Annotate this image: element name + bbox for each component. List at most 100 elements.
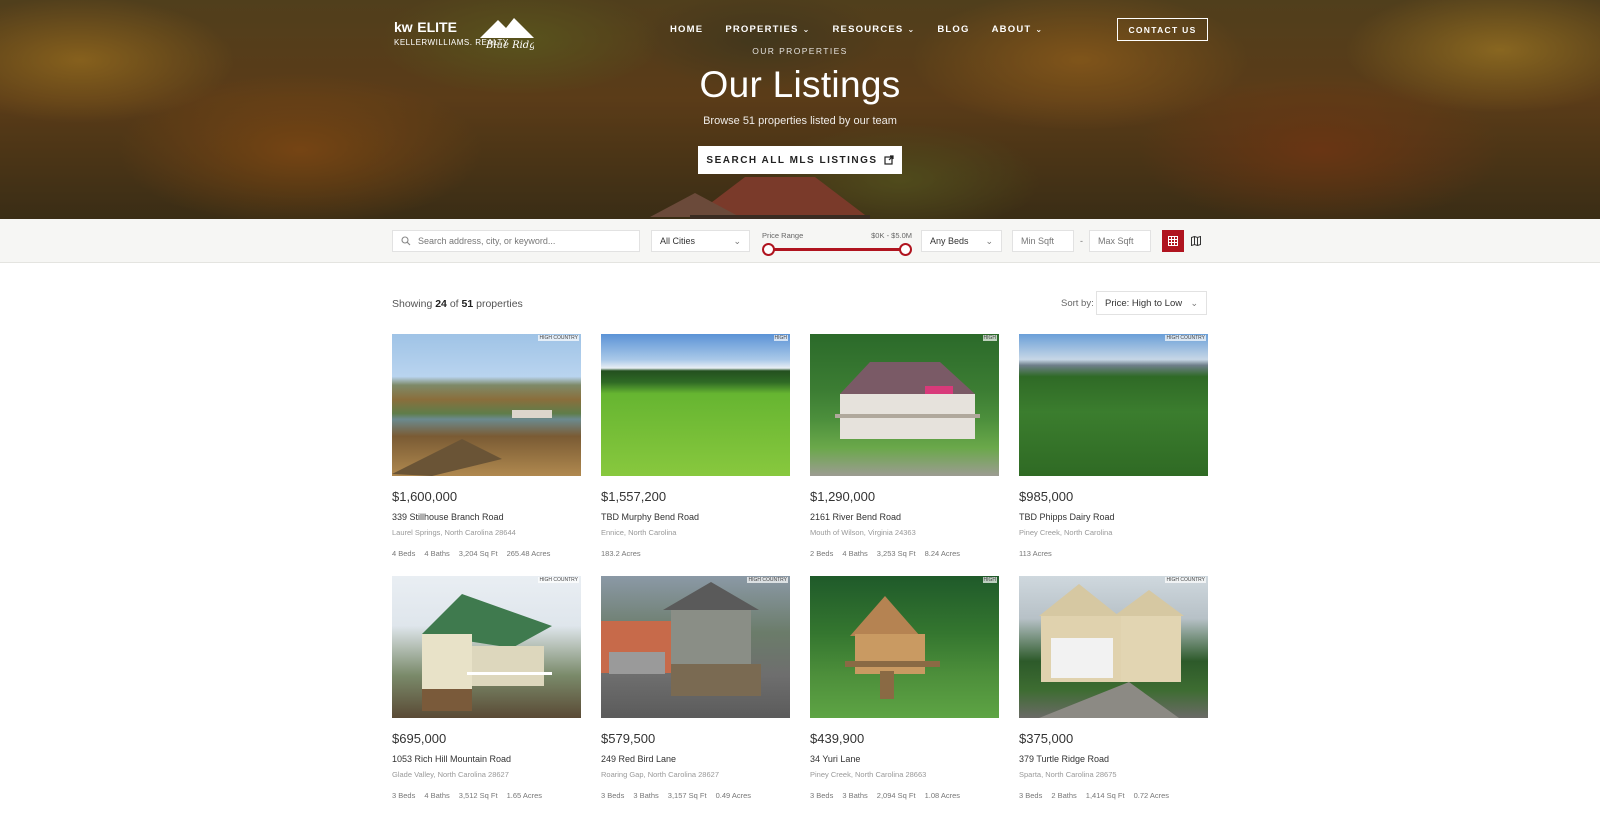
listing-photo[interactable]: HIGH COUNTRY (1019, 334, 1208, 476)
nav-item-about[interactable]: ABOUT ⌄ (992, 24, 1044, 35)
listing-acres: 183.2 Acres (601, 549, 641, 558)
price-range-track[interactable] (767, 248, 907, 251)
listing-sqft: 3,157 Sq Ft (667, 791, 707, 800)
listing-card[interactable]: HIGH $1,557,200 TBD Murphy Bend Road Enn… (601, 334, 790, 564)
nav-item-home[interactable]: HOME (670, 24, 703, 35)
logo-mountain-icon: Blue Ridge (480, 18, 534, 50)
search-placeholder: Search address, city, or keyword... (418, 236, 556, 246)
search-mls-button[interactable]: SEARCH ALL MLS LISTINGS (698, 146, 902, 174)
listing-acres: 8.24 Acres (924, 549, 961, 558)
nav-label: ABOUT (991, 24, 1032, 35)
listing-photo[interactable]: HIGH COUNTRY (1019, 576, 1208, 718)
nav-item-properties[interactable]: PROPERTIES ⌄ (725, 24, 810, 35)
nav-item-resources[interactable]: RESOURCES ⌄ (832, 24, 915, 35)
photo-watermark: HIGH COUNTRY (1165, 335, 1206, 341)
listing-baths: 4 Baths (842, 549, 868, 558)
listing-sqft: 3,204 Sq Ft (458, 549, 498, 558)
listing-photo[interactable]: HIGH COUNTRY (601, 576, 790, 718)
of-word: of (449, 298, 459, 310)
max-sqft-input[interactable]: Max Sqft (1089, 230, 1151, 252)
listing-beds: 3 Beds (1019, 791, 1043, 800)
listing-address[interactable]: 2161 River Bend Road (810, 512, 999, 522)
listing-beds: 2 Beds (810, 549, 834, 558)
listing-address[interactable]: 34 Yuri Lane (810, 754, 999, 764)
listing-price: $985,000 (1019, 489, 1074, 504)
listing-address[interactable]: 249 Red Bird Lane (601, 754, 790, 764)
listing-beds: 4 Beds (392, 549, 416, 558)
grid-view-toggle[interactable] (1162, 230, 1184, 252)
search-mls-label: SEARCH ALL MLS LISTINGS (706, 154, 878, 166)
listing-beds: 3 Beds (392, 791, 416, 800)
photo-watermark: HIGH (982, 577, 997, 583)
listing-price: $375,000 (1019, 731, 1074, 746)
min-sqft-input[interactable]: Min Sqft (1012, 230, 1074, 252)
filter-bar: Search address, city, or keyword... All … (0, 219, 1600, 263)
nav-label: PROPERTIES (725, 24, 799, 35)
contact-us-button[interactable]: CONTACT US (1117, 18, 1208, 41)
beds-value: Any Beds (930, 236, 969, 246)
photo-watermark: HIGH COUNTRY (1165, 577, 1206, 583)
results-count: Showing 24 of 51 properties (392, 298, 523, 310)
beds-select[interactable]: Any Beds ⌄ (921, 230, 1002, 252)
listing-specs: 2 Beds 4 Baths 3,253 Sq Ft 8.24 Acres (810, 549, 999, 558)
listing-address[interactable]: 1053 Rich Hill Mountain Road (392, 754, 581, 764)
listing-photo[interactable]: HIGH COUNTRY (392, 334, 581, 476)
logo-elite-text: ELITE (417, 19, 457, 35)
nav-item-blog[interactable]: BLOG (937, 24, 969, 35)
listing-sqft: 2,094 Sq Ft (876, 791, 916, 800)
sort-label: Sort by: (1061, 298, 1094, 309)
listing-acres: 1.08 Acres (924, 791, 961, 800)
search-icon (401, 236, 411, 246)
site-logo[interactable]: kw ELITE KELLERWILLIAMS. REALTY Blue Rid… (394, 16, 534, 50)
listing-city: Ennice, North Carolina (601, 528, 677, 537)
search-input[interactable]: Search address, city, or keyword... (392, 230, 640, 252)
showing-prefix: Showing (392, 298, 433, 310)
listing-sqft: 3,512 Sq Ft (458, 791, 498, 800)
chevron-down-icon: ⌄ (1035, 25, 1044, 34)
cities-select[interactable]: All Cities ⌄ (651, 230, 750, 252)
listing-card[interactable]: HIGH $439,900 34 Yuri Lane Piney Creek, … (810, 576, 999, 806)
map-view-toggle[interactable] (1185, 230, 1207, 252)
listing-card[interactable]: HIGH $1,290,000 2161 River Bend Road Mou… (810, 334, 999, 564)
listing-baths: 2 Baths (1051, 791, 1077, 800)
listing-photo[interactable]: HIGH (810, 576, 999, 718)
listing-baths: 4 Baths (424, 791, 450, 800)
listing-specs: 4 Beds 4 Baths 3,204 Sq Ft 265.48 Acres (392, 549, 581, 558)
sort-select[interactable]: Price: High to Low ⌄ (1096, 291, 1207, 315)
listing-specs: 3 Beds 3 Baths 3,157 Sq Ft 0.49 Acres (601, 791, 790, 800)
listing-sqft: 1,414 Sq Ft (1085, 791, 1125, 800)
chevron-down-icon: ⌄ (1190, 297, 1198, 308)
listing-photo[interactable]: HIGH (810, 334, 999, 476)
chevron-down-icon: ⌄ (802, 25, 811, 34)
listing-photo[interactable]: HIGH COUNTRY (392, 576, 581, 718)
listing-card[interactable]: HIGH COUNTRY $579,500 249 Red Bird Lane … (601, 576, 790, 806)
price-min-handle[interactable] (762, 243, 775, 256)
listing-photo[interactable]: HIGH (601, 334, 790, 476)
photo-watermark: HIGH COUNTRY (747, 577, 788, 583)
listing-price: $1,290,000 (810, 489, 876, 504)
listing-photo-scene (1039, 584, 1184, 718)
price-range-slider[interactable]: Price Range $0K - $5.0M (762, 231, 912, 259)
listing-card[interactable]: HIGH COUNTRY $1,600,000 339 Stillhouse B… (392, 334, 581, 564)
page-title: Our Listings (699, 64, 901, 105)
listing-photo-scene (845, 596, 940, 699)
hero-eyebrow: OUR PROPERTIES (752, 46, 848, 56)
listing-specs: 183.2 Acres (601, 549, 790, 558)
listing-address[interactable]: 379 Turtle Ridge Road (1019, 754, 1208, 764)
listing-address[interactable]: TBD Murphy Bend Road (601, 512, 790, 522)
chevron-down-icon: ⌄ (985, 235, 993, 246)
listing-card[interactable]: HIGH COUNTRY $375,000 379 Turtle Ridge R… (1019, 576, 1208, 806)
hero-subtitle: Browse 51 properties listed by our team (703, 115, 897, 127)
price-range-label: Price Range (762, 231, 804, 240)
listings-grid: HIGH COUNTRY $1,600,000 339 Stillhouse B… (392, 334, 1208, 806)
price-max-handle[interactable] (899, 243, 912, 256)
listing-baths: 3 Baths (633, 791, 659, 800)
grid-view-icon (1168, 236, 1178, 246)
listing-card[interactable]: HIGH COUNTRY $985,000 TBD Phipps Dairy R… (1019, 334, 1208, 564)
listing-address[interactable]: 339 Stillhouse Branch Road (392, 512, 581, 522)
photo-watermark: HIGH COUNTRY (538, 577, 579, 583)
listing-card[interactable]: HIGH COUNTRY $695,000 1053 Rich Hill Mou… (392, 576, 581, 806)
listing-address[interactable]: TBD Phipps Dairy Road (1019, 512, 1208, 522)
listing-city: Piney Creek, North Carolina 28663 (810, 770, 927, 779)
listing-specs: 3 Beds 2 Baths 1,414 Sq Ft 0.72 Acres (1019, 791, 1208, 800)
